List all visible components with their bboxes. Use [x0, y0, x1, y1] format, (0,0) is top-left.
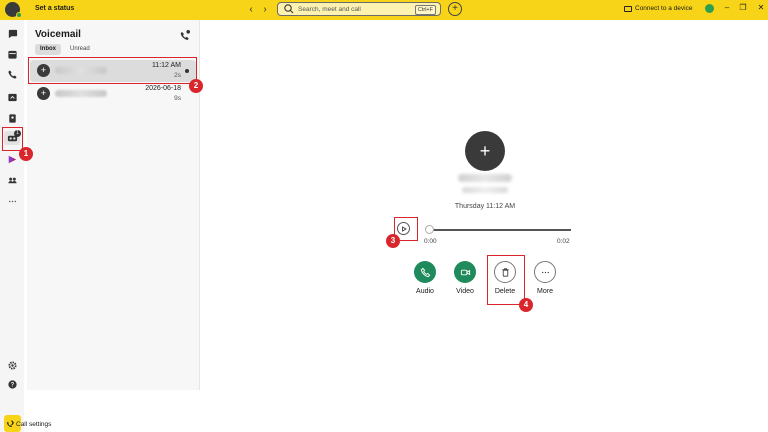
rail-item-voicemail[interactable]: 1	[4, 130, 21, 145]
title-bar: Set a status ‹ › Ctrl+F + Connect to a d…	[0, 0, 768, 20]
more-label: More	[537, 288, 553, 295]
more-circle[interactable]	[534, 261, 556, 283]
phone-icon	[7, 69, 17, 79]
search-icon	[284, 4, 294, 14]
audio-call-circle[interactable]	[414, 261, 436, 283]
step-marker-3: 3	[386, 234, 400, 248]
voicemail-badge: 1	[14, 130, 21, 137]
connect-to-device-button[interactable]: Connect to a device	[624, 5, 692, 12]
voicemail-row[interactable]: + 2026-06-18 9s	[30, 83, 196, 105]
app-logo-icon	[8, 155, 16, 163]
rail-item-directory[interactable]	[4, 111, 20, 125]
voicemail-date: Thursday 11:12 AM	[454, 203, 516, 210]
page-title: Voicemail	[35, 29, 81, 40]
search-input[interactable]	[298, 5, 408, 13]
call-settings-label: Call settings	[16, 421, 52, 428]
help-icon: ?	[7, 379, 17, 389]
forward-arrow-icon[interactable]: ›	[258, 2, 272, 17]
back-arrow-icon[interactable]: ‹	[244, 2, 258, 17]
close-icon[interactable]: ✕	[755, 3, 767, 12]
audio-call-button[interactable]: Audio	[405, 261, 445, 295]
rail-item-calling[interactable]	[4, 67, 20, 81]
tab-unread[interactable]: Unread	[65, 44, 95, 55]
playback-slider-handle[interactable]	[425, 225, 434, 234]
minimize-icon[interactable]: –	[721, 3, 733, 12]
calendar-icon	[7, 50, 17, 59]
chat-bubble-icon	[8, 29, 17, 38]
rail-item-app[interactable]	[4, 152, 20, 166]
connect-label: Connect to a device	[635, 5, 693, 12]
step-marker-4: 4	[519, 298, 533, 312]
delete-label: Delete	[494, 288, 516, 295]
rail-item-contacts[interactable]	[4, 90, 20, 104]
rail-item-teams[interactable]	[4, 173, 20, 187]
playback-track[interactable]	[432, 229, 571, 231]
play-button[interactable]	[397, 222, 410, 235]
status-indicator-icon[interactable]	[705, 4, 714, 13]
unread-indicator	[185, 69, 189, 73]
voicemail-settings-icon[interactable]	[179, 29, 191, 41]
delete-button[interactable]: Delete	[485, 261, 525, 295]
video-call-circle[interactable]	[454, 261, 476, 283]
contact-card-icon	[7, 93, 17, 101]
phone-icon	[420, 267, 430, 277]
rail-item-more[interactable]	[4, 194, 20, 208]
caller-avatar: +	[37, 87, 50, 100]
video-camera-icon	[460, 269, 470, 275]
more-dots-icon	[541, 271, 549, 273]
step-marker-2: 2	[189, 79, 203, 93]
rail-item-meetings[interactable]	[4, 47, 20, 61]
audio-label: Audio	[416, 288, 434, 295]
caller-avatar-large: +	[465, 131, 505, 171]
more-button[interactable]: More	[525, 261, 565, 295]
people-icon	[7, 177, 17, 183]
video-call-button[interactable]: Video	[445, 261, 485, 295]
voicemail-duration: 2s	[174, 72, 181, 79]
rail-item-help[interactable]: ?	[4, 377, 20, 391]
playback-current-time: 0:00	[424, 238, 437, 245]
new-action-button[interactable]: +	[448, 2, 462, 16]
screen-icon	[624, 5, 632, 12]
caller-name-redacted	[458, 174, 512, 182]
gear-icon	[7, 360, 17, 370]
voicemail-time: 11:12 AM	[151, 62, 181, 69]
caller-name-redacted	[55, 90, 107, 97]
caller-name-redacted	[55, 67, 107, 74]
voicemail-list-panel: Voicemail Inbox Unread + 11:12 AM 2s + 2…	[27, 20, 200, 390]
set-status-button[interactable]: Set a status	[35, 5, 74, 12]
call-settings-link[interactable]: Call settings	[6, 421, 51, 428]
voicemail-time: 2026-06-18	[145, 85, 181, 92]
delete-circle[interactable]	[494, 261, 516, 283]
play-icon	[401, 225, 407, 232]
video-label: Video	[456, 288, 474, 295]
caller-avatar: +	[37, 64, 50, 77]
restore-icon[interactable]: ❐	[737, 3, 749, 12]
svg-text:?: ?	[10, 382, 14, 388]
trash-icon	[501, 267, 509, 277]
playback-total-time: 0:02	[557, 238, 570, 245]
more-dots-icon	[8, 200, 16, 202]
voicemail-duration: 9s	[174, 95, 181, 102]
voicemail-detail-pane: + Thursday 11:12 AM 0:00 0:02 Audio Vide…	[200, 20, 768, 390]
caller-number-redacted	[462, 187, 508, 193]
voicemail-row[interactable]: + 11:12 AM 2s	[30, 60, 196, 82]
rail-item-messaging[interactable]	[4, 26, 20, 40]
step-marker-1: 1	[19, 147, 33, 161]
rail-item-settings[interactable]	[4, 358, 20, 372]
search-box[interactable]: Ctrl+F	[277, 2, 441, 16]
navigation-rail: 1 ? ›	[0, 20, 24, 432]
address-book-icon	[8, 113, 16, 123]
presence-dot	[16, 12, 22, 18]
tab-inbox[interactable]: Inbox	[35, 44, 61, 55]
phone-settings-icon	[6, 421, 13, 428]
search-shortcut: Ctrl+F	[414, 5, 436, 15]
